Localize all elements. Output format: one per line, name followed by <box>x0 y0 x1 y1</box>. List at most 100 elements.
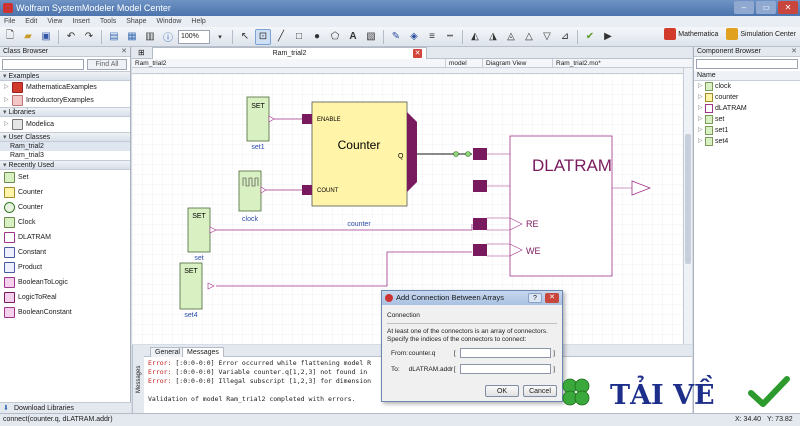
polygon-tool-icon[interactable]: ⬠ <box>327 29 343 45</box>
menu-window[interactable]: Window <box>157 16 182 27</box>
new-file-icon[interactable]: 🗋 <box>2 29 18 45</box>
expand-arrow-icon[interactable]: ▷ <box>698 81 703 92</box>
redo-icon[interactable]: ↷ <box>81 29 97 45</box>
expand-arrow-icon[interactable]: ▷ <box>4 81 9 94</box>
tree-item-introductory-examples[interactable]: ▷ IntroductoryExamples <box>0 94 130 107</box>
minimize-button[interactable]: – <box>734 1 754 14</box>
close-icon[interactable]: ✕ <box>121 47 127 57</box>
vertical-scrollbar[interactable] <box>683 68 692 344</box>
expand-arrow-icon[interactable]: ▷ <box>698 125 703 136</box>
column-header-name[interactable]: Name <box>694 71 800 81</box>
recent-item-clock[interactable]: Clock <box>0 215 130 230</box>
line-tool-icon[interactable]: ╱ <box>273 29 289 45</box>
recent-item-constant[interactable]: Constant <box>0 245 130 260</box>
messages-side-tab[interactable]: Messages <box>132 345 144 413</box>
cancel-button[interactable]: Cancel <box>523 385 557 397</box>
section-recently-used[interactable]: Recently Used <box>0 160 130 170</box>
recent-item-dlatram[interactable]: DLATRAM <box>0 230 130 245</box>
tree-item-modelica[interactable]: ▷ Modelica <box>0 117 130 132</box>
text-view-icon[interactable]: ▥ <box>142 29 158 45</box>
tab-ram-trial2[interactable]: Ram_trial2 ✕ <box>152 47 427 59</box>
open-folder-icon[interactable]: ▰ <box>20 29 36 45</box>
connection-handle[interactable] <box>465 151 471 157</box>
line-color-icon[interactable]: ✎ <box>388 29 404 45</box>
zoom-select[interactable]: 100% <box>178 29 210 44</box>
rectangle-tool-icon[interactable]: □ <box>291 29 307 45</box>
recent-item-counter[interactable]: Counter <box>0 185 130 200</box>
counter-q-port[interactable] <box>407 112 417 192</box>
section-user-classes[interactable]: User Classes <box>0 132 130 142</box>
connection-handle[interactable] <box>453 151 459 157</box>
user-class-item[interactable]: Ram_trial3 <box>0 151 130 160</box>
recent-item-counter[interactable]: Counter <box>0 200 130 215</box>
tab-general[interactable]: General <box>150 347 185 357</box>
component-item-set1[interactable]: ▷ set1 <box>694 125 800 136</box>
help-button[interactable]: ? <box>528 293 542 303</box>
counter-count-port[interactable] <box>302 185 312 195</box>
simulate-icon[interactable]: ▶ <box>600 29 616 45</box>
simulation-center-button[interactable]: Simulation Center <box>726 28 796 40</box>
info-icon[interactable]: ⓘ <box>160 29 176 45</box>
expand-arrow-icon[interactable]: ▷ <box>4 94 9 107</box>
menu-view[interactable]: View <box>47 16 62 27</box>
chevron-down-icon[interactable]: ▾ <box>212 29 228 45</box>
save-icon[interactable]: ▣ <box>38 29 54 45</box>
component-item-set4[interactable]: ▷ set4 <box>694 136 800 147</box>
menu-insert[interactable]: Insert <box>72 16 90 27</box>
close-window-button[interactable]: ✕ <box>778 1 798 14</box>
section-examples[interactable]: Examples <box>0 71 130 81</box>
menu-tools[interactable]: Tools <box>100 16 116 27</box>
download-libraries-link[interactable]: ⬇ Download Libraries <box>0 402 131 413</box>
dlatram-we-port[interactable] <box>473 244 487 256</box>
recent-item-boolean-to-logic[interactable]: BooleanToLogic <box>0 275 130 290</box>
connect-tool-icon[interactable]: ⊡ <box>255 28 271 45</box>
component-item-counter[interactable]: ▷ counter <box>694 92 800 103</box>
align-bottom-icon[interactable]: ▽ <box>539 29 555 45</box>
recent-item-product[interactable]: Product <box>0 260 130 275</box>
section-libraries[interactable]: Libraries <box>0 107 130 117</box>
bitmap-tool-icon[interactable]: ▧ <box>363 29 379 45</box>
close-tab-icon[interactable]: ✕ <box>413 49 422 58</box>
menu-file[interactable]: File <box>4 16 15 27</box>
dlatram-re-port[interactable] <box>473 218 487 230</box>
counter-enable-port[interactable] <box>302 114 312 124</box>
close-icon[interactable]: ✕ <box>545 293 559 303</box>
recent-item-boolean-constant[interactable]: BooleanConstant <box>0 305 130 320</box>
class-search-input[interactable] <box>2 58 84 70</box>
mathematica-button[interactable]: Mathematica <box>664 28 718 40</box>
align-top-icon[interactable]: △ <box>521 29 537 45</box>
icon-view-icon[interactable]: ▦ <box>124 29 140 45</box>
user-class-item[interactable]: Ram_trial2 <box>0 142 130 151</box>
undo-icon[interactable]: ↶ <box>63 29 79 45</box>
text-tool-icon[interactable]: A <box>345 29 361 45</box>
expand-arrow-icon[interactable]: ▷ <box>698 114 703 125</box>
pointer-icon[interactable]: ↖ <box>237 29 253 45</box>
from-index-input[interactable] <box>459 348 552 358</box>
dlatram-data-port[interactable] <box>473 180 487 192</box>
tree-item-mathematica-examples[interactable]: ▷ MathematicaExamples <box>0 81 130 94</box>
component-filter-input[interactable] <box>696 59 798 69</box>
align-center-icon[interactable]: ◮ <box>485 29 501 45</box>
grid-icon[interactable]: ⊞ <box>138 48 145 57</box>
find-all-button[interactable]: Find All <box>87 58 127 70</box>
expand-arrow-icon[interactable]: ▷ <box>698 136 703 147</box>
align-right-icon[interactable]: ◬ <box>503 29 519 45</box>
line-pattern-icon[interactable]: ┅ <box>442 29 458 45</box>
menu-edit[interactable]: Edit <box>25 16 37 27</box>
tab-messages[interactable]: Messages <box>182 347 224 357</box>
align-left-icon[interactable]: ◭ <box>467 29 483 45</box>
recent-item-set[interactable]: Set <box>0 170 130 185</box>
component-item-clock[interactable]: ▷ clock <box>694 81 800 92</box>
clock-block[interactable] <box>238 170 262 212</box>
menu-shape[interactable]: Shape <box>126 16 146 27</box>
close-icon[interactable]: ✕ <box>791 47 797 57</box>
distribute-icon[interactable]: ⊿ <box>557 29 573 45</box>
maximize-button[interactable]: ▭ <box>756 1 776 14</box>
check-model-icon[interactable]: ✔ <box>582 29 598 45</box>
to-index-input[interactable] <box>459 364 552 374</box>
expand-arrow-icon[interactable]: ▷ <box>4 118 9 131</box>
component-item-set[interactable]: ▷ set <box>694 114 800 125</box>
recent-item-logic-to-real[interactable]: LogicToReal <box>0 290 130 305</box>
scrollbar-thumb[interactable] <box>685 134 691 264</box>
menu-help[interactable]: Help <box>191 16 205 27</box>
